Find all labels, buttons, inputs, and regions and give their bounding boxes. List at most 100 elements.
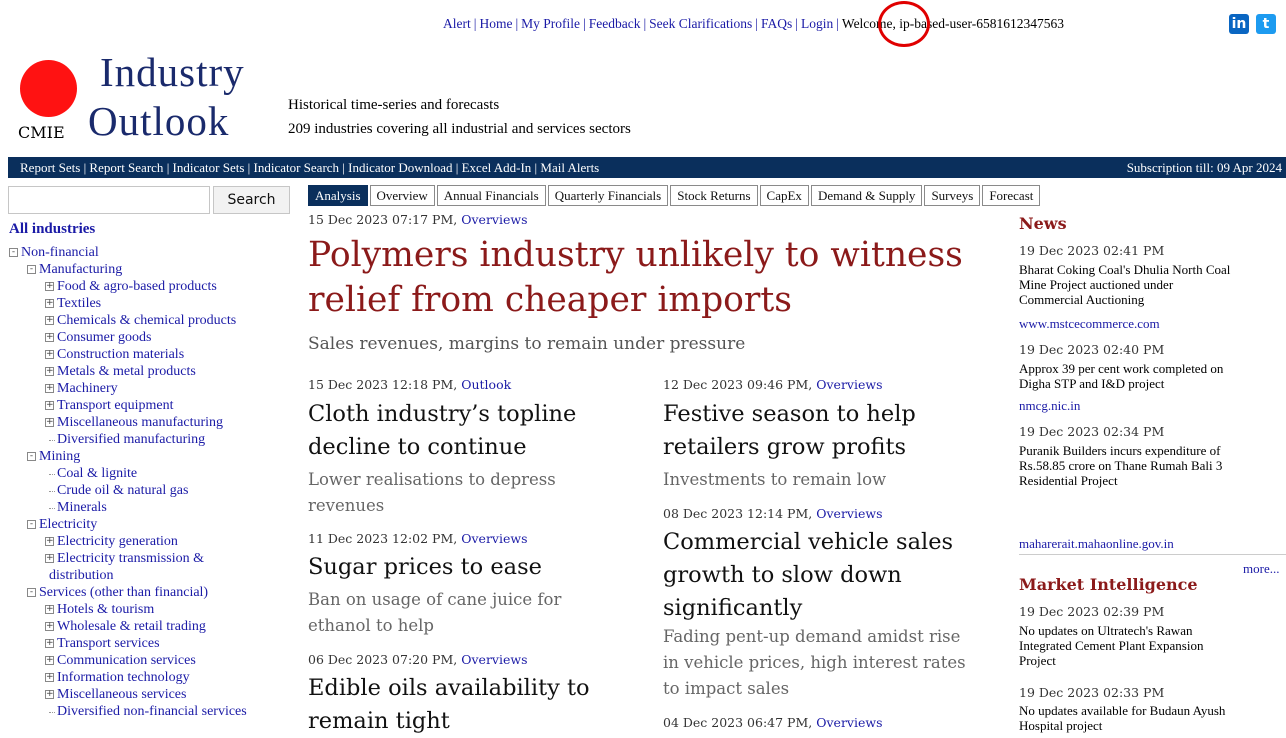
nav-mail-alerts[interactable]: Mail Alerts <box>540 160 599 175</box>
news-source-link[interactable]: maharerait.mahaonline.gov.in <box>1019 536 1174 552</box>
news-item[interactable]: Puranik Builders incurs expenditure of Rs… <box>1019 443 1286 488</box>
linkedin-icon[interactable]: in <box>1229 14 1249 34</box>
tree-item[interactable]: Electricity generation <box>57 534 178 549</box>
tree-item[interactable]: Chemicals & chemical products <box>57 313 236 328</box>
expand-icon[interactable]: + <box>45 639 54 648</box>
lead-category-link[interactable]: Overviews <box>461 212 527 227</box>
tree-item[interactable]: Mining <box>39 449 80 464</box>
collapse-icon[interactable]: - <box>9 248 18 257</box>
tab-annual-financials[interactable]: Annual Financials <box>436 185 546 206</box>
article-headline[interactable]: Commercial vehicle sales growth to slow d… <box>663 526 953 625</box>
tree-item[interactable]: Miscellaneous services <box>57 687 186 702</box>
expand-icon[interactable]: + <box>45 384 54 393</box>
expand-icon[interactable]: + <box>45 401 54 410</box>
collapse-icon[interactable]: - <box>27 588 36 597</box>
collapse-icon[interactable]: - <box>27 520 36 529</box>
tree-item[interactable]: distribution <box>49 568 114 583</box>
alert-link[interactable]: Alert <box>443 16 471 31</box>
news-item[interactable]: Approx 39 per cent work completed on Digh… <box>1019 361 1286 391</box>
login-link[interactable]: Login <box>801 16 833 31</box>
tree-item[interactable]: Electricity transmission & <box>57 551 204 566</box>
tree-item[interactable]: Food & agro-based products <box>57 279 217 294</box>
mi-date: 19 Dec 2023 02:39 PM <box>1019 604 1165 619</box>
tree-item[interactable]: Non-financial <box>21 245 99 260</box>
tree-item[interactable]: Miscellaneous manufacturing <box>57 415 223 430</box>
news-source-link[interactable]: www.mstcecommerce.com <box>1019 316 1160 332</box>
expand-icon[interactable]: + <box>45 299 54 308</box>
expand-icon[interactable]: + <box>45 282 54 291</box>
expand-icon[interactable]: + <box>45 418 54 427</box>
article-category-link[interactable]: Overviews <box>461 652 527 667</box>
tree-item[interactable]: Services (other than financial) <box>39 585 208 600</box>
tree-item[interactable]: Communication services <box>57 653 196 668</box>
my-profile-link[interactable]: My Profile <box>521 16 580 31</box>
expand-icon[interactable]: + <box>45 656 54 665</box>
expand-icon[interactable]: + <box>45 537 54 546</box>
tab-stock-returns[interactable]: Stock Returns <box>670 185 758 206</box>
tree-item[interactable]: Coal & lignite <box>57 466 137 481</box>
collapse-icon[interactable]: - <box>27 452 36 461</box>
article-headline[interactable]: Edible oils availability to remain tight <box>308 672 590 738</box>
article-subtitle-line: revenues <box>308 496 385 515</box>
collapse-icon[interactable]: - <box>27 265 36 274</box>
article-subtitle: Investments to remain low <box>663 470 887 489</box>
article-category-link[interactable]: Overviews <box>461 531 527 546</box>
article-category-link[interactable]: Overviews <box>816 506 882 521</box>
expand-icon[interactable]: + <box>45 350 54 359</box>
tree-item[interactable]: Construction materials <box>57 347 184 362</box>
twitter-icon[interactable]: t <box>1256 14 1276 34</box>
news-source-link[interactable]: nmcg.nic.in <box>1019 398 1080 414</box>
article-category-link[interactable]: Overviews <box>816 377 882 392</box>
tree-item[interactable]: Diversified non-financial services <box>57 704 247 719</box>
news-item[interactable]: Bharat Coking Coal's Dhulia North Coal Mi… <box>1019 262 1286 307</box>
tree-item[interactable]: Diversified manufacturing <box>57 432 205 447</box>
tree-item[interactable]: Manufacturing <box>39 262 122 277</box>
expand-icon[interactable]: + <box>45 605 54 614</box>
faqs-link[interactable]: FAQs <box>761 16 792 31</box>
tree-item[interactable]: Minerals <box>57 500 107 515</box>
article-headline[interactable]: Festive season to help retailers grow pro… <box>663 398 916 464</box>
article-headline-line: Cloth industry’s topline <box>308 401 577 427</box>
expand-icon[interactable]: + <box>45 333 54 342</box>
mi-item[interactable]: No updates available for Budaun Ayush Hos… <box>1019 703 1286 733</box>
tab-capex[interactable]: CapEx <box>759 185 809 206</box>
tree-item[interactable]: Transport services <box>57 636 160 651</box>
nav-excel-add-in[interactable]: Excel Add-In <box>462 160 532 175</box>
nav-indicator-download[interactable]: Indicator Download <box>348 160 452 175</box>
article-headline[interactable]: Sugar prices to ease <box>308 551 542 584</box>
expand-icon[interactable]: + <box>45 367 54 376</box>
tab-overview[interactable]: Overview <box>369 185 435 206</box>
article-subtitle-line: ethanol to help <box>308 616 434 635</box>
expand-icon[interactable]: + <box>45 673 54 682</box>
tree-item[interactable]: Information technology <box>57 670 190 685</box>
expand-icon[interactable]: + <box>45 554 54 563</box>
article-headline[interactable]: Cloth industry’s topline decline to conti… <box>308 398 576 464</box>
tree-item[interactable]: Crude oil & natural gas <box>57 483 188 498</box>
home-link[interactable]: Home <box>479 16 512 31</box>
article-headline-line: retailers grow profits <box>663 434 907 460</box>
tree-item[interactable]: Transport equipment <box>57 398 174 413</box>
tree-item[interactable]: Metals & metal products <box>57 364 196 379</box>
tab-demand-supply[interactable]: Demand & Supply <box>810 185 923 206</box>
expand-icon[interactable]: + <box>45 690 54 699</box>
subscription-text: Subscription till: 09 Apr 2024 <box>1126 160 1282 175</box>
tree-item[interactable]: Textiles <box>57 296 101 311</box>
feedback-link[interactable]: Feedback <box>589 16 641 31</box>
tree-item[interactable]: Consumer goods <box>57 330 152 345</box>
tree-item[interactable]: Wholesale & retail trading <box>57 619 206 634</box>
tree-item[interactable]: Electricity <box>39 517 97 532</box>
article-category-link[interactable]: Overviews <box>816 715 882 730</box>
lead-headline[interactable]: Polymers industry unlikely to witness rel… <box>308 233 1008 323</box>
tab-analysis[interactable]: Analysis <box>308 185 368 206</box>
tab-forecast[interactable]: Forecast <box>982 185 1041 206</box>
seek-clarifications-link[interactable]: Seek Clarifications <box>649 16 752 31</box>
tree-item[interactable]: Hotels & tourism <box>57 602 154 617</box>
article-category-link[interactable]: Outlook <box>461 377 511 392</box>
mi-item[interactable]: No updates on Ultratech's Rawan Integrate… <box>1019 623 1286 668</box>
expand-icon[interactable]: + <box>45 622 54 631</box>
tree-item[interactable]: Machinery <box>57 381 118 396</box>
tab-quarterly-financials[interactable]: Quarterly Financials <box>547 185 669 206</box>
expand-icon[interactable]: + <box>45 316 54 325</box>
tab-surveys[interactable]: Surveys <box>924 185 981 206</box>
news-more-link[interactable]: more... <box>1243 561 1279 577</box>
